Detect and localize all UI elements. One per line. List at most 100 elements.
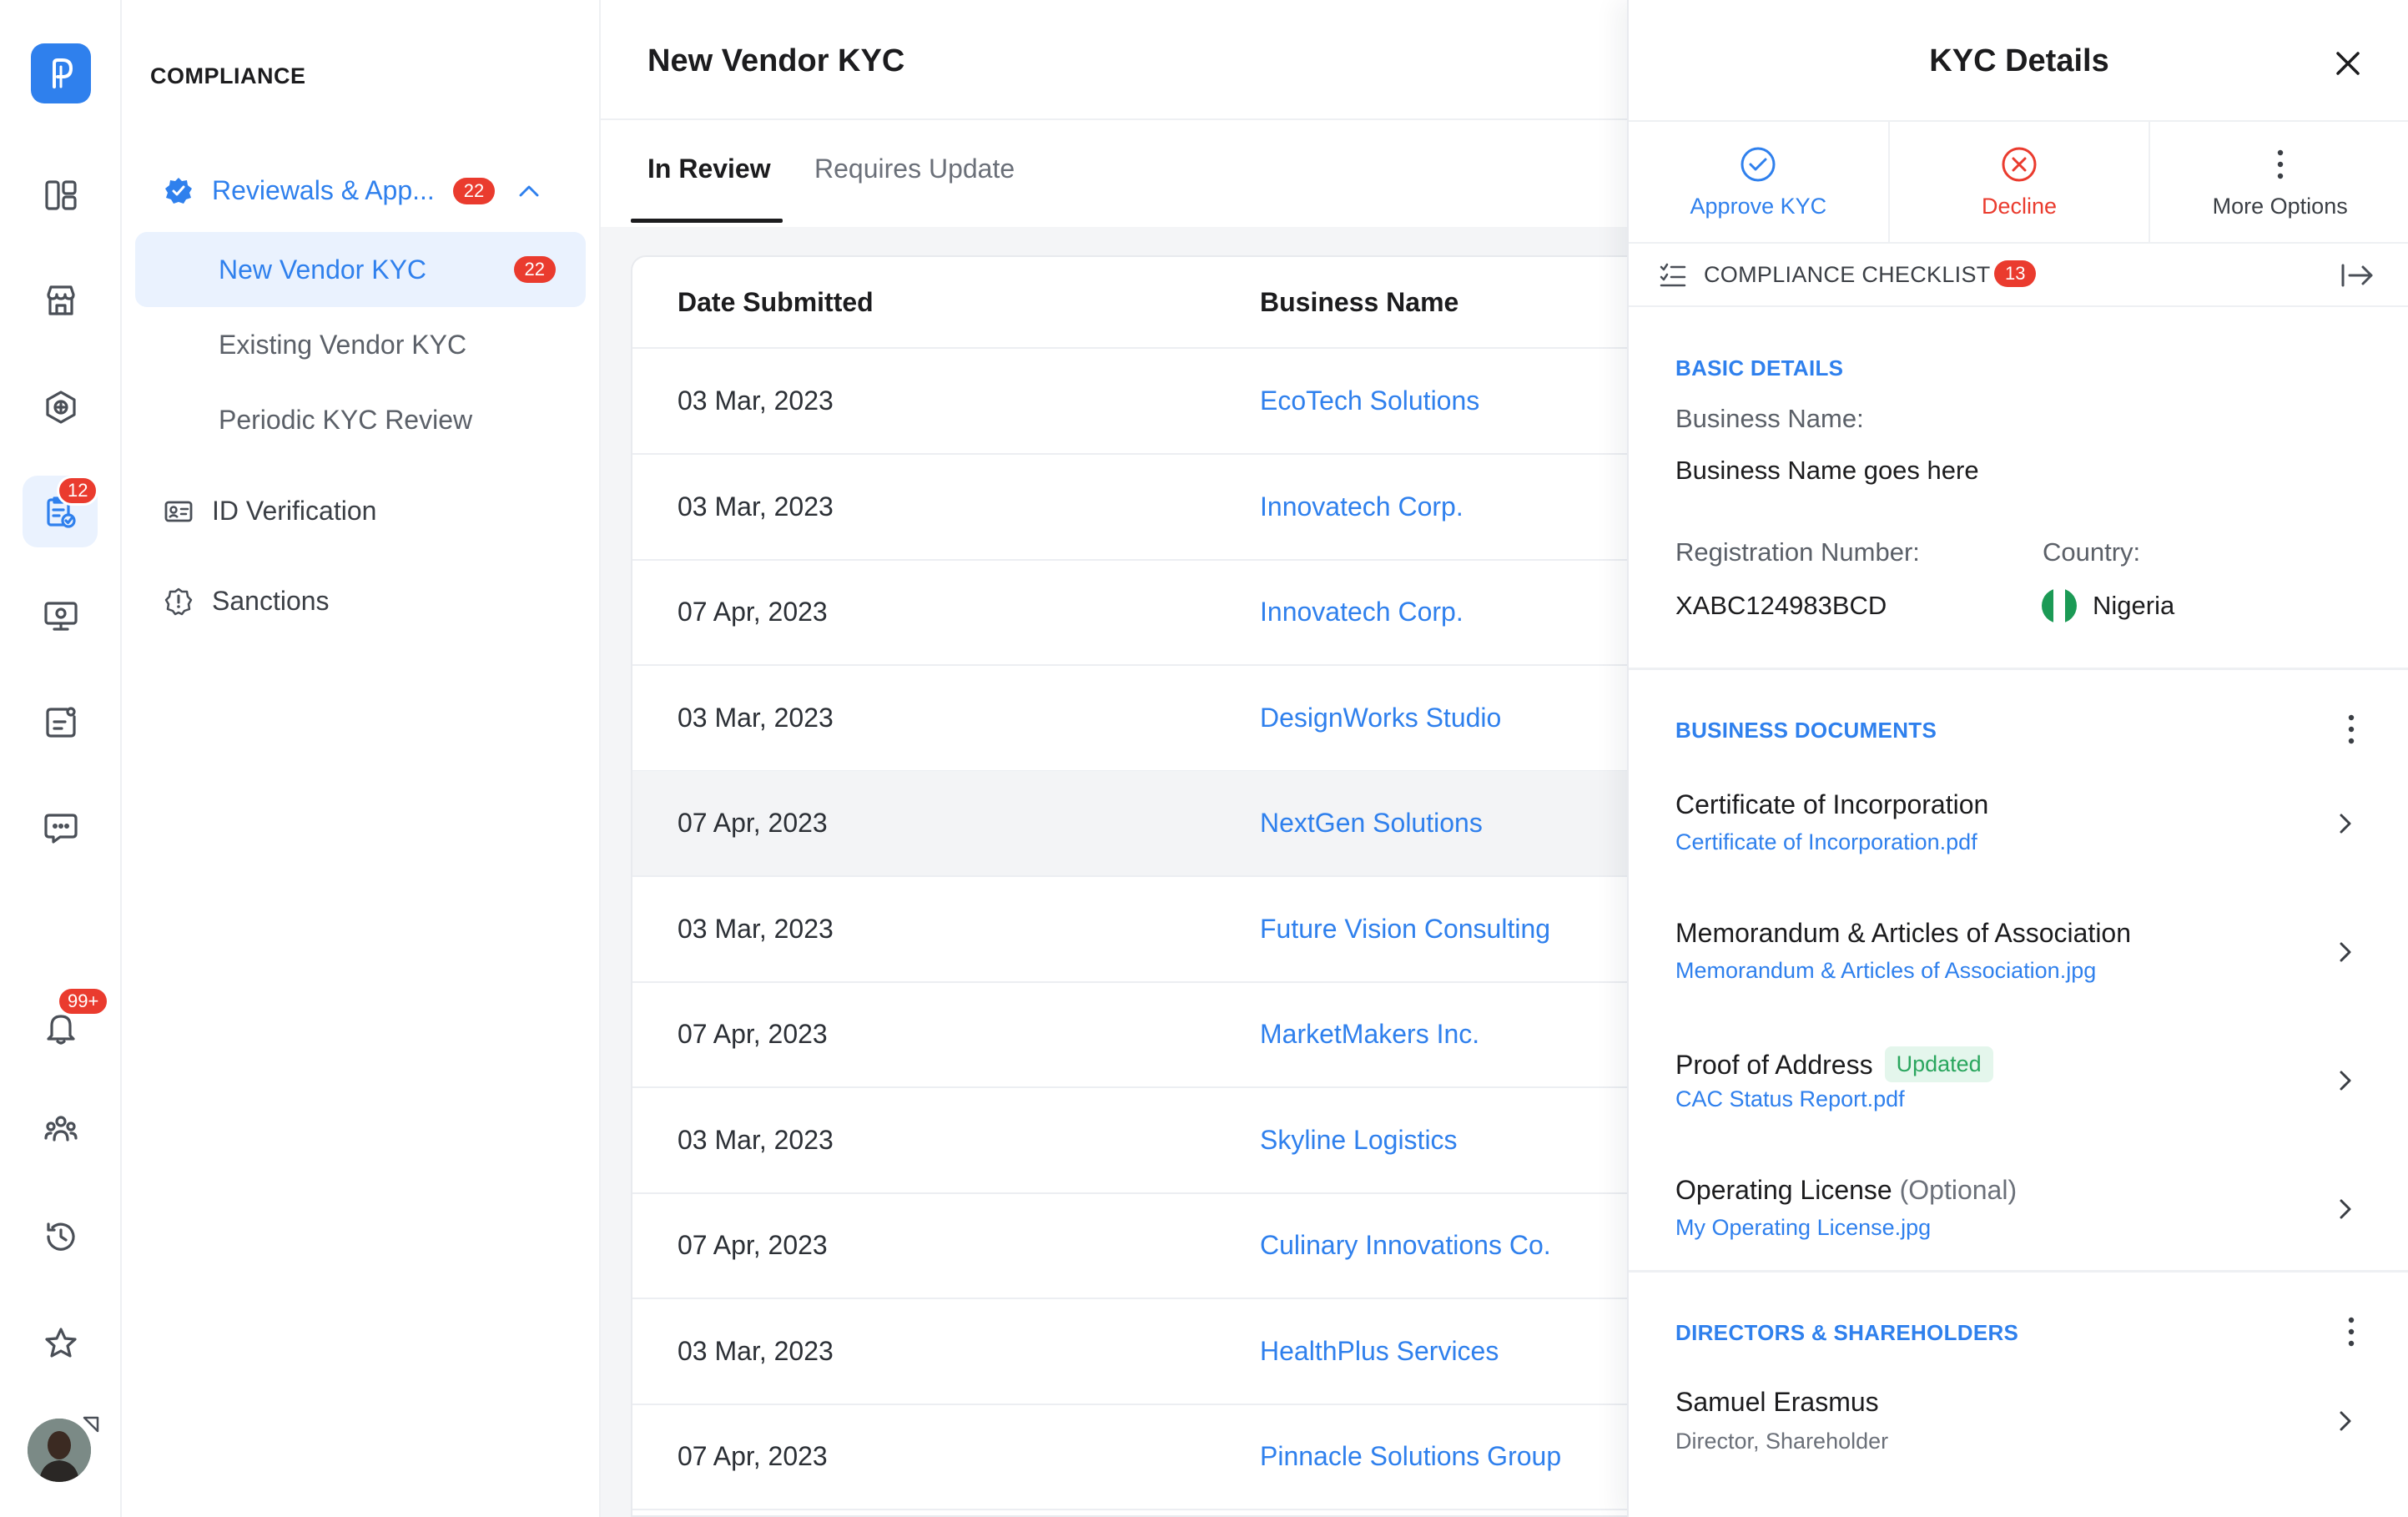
vertical-dots-icon xyxy=(2277,149,2283,179)
business-name-link[interactable]: Innovatech Corp. xyxy=(1260,491,1463,522)
business-name-link[interactable]: Culinary Innovations Co. xyxy=(1260,1230,1551,1261)
monitor-settings-icon[interactable] xyxy=(31,586,91,646)
compliance-checklist-bar[interactable]: COMPLIANCE CHECKLIST 13 xyxy=(1629,244,2408,307)
close-icon[interactable] xyxy=(2331,47,2365,80)
country-label: Country: xyxy=(2043,537,2141,567)
business-name-link[interactable]: DesignWorks Studio xyxy=(1260,703,1501,733)
approve-label: Approve KYC xyxy=(1690,193,1827,219)
chat-icon[interactable] xyxy=(31,798,91,858)
table-row[interactable]: 03 Mar, 2023 DesignWorks Studio xyxy=(632,666,1632,772)
table-row[interactable]: 07 Apr, 2023 Pinnacle Solutions Group xyxy=(632,1404,1632,1510)
date-submitted-cell: 03 Mar, 2023 xyxy=(678,1124,834,1155)
nav-group-label: Sanctions xyxy=(212,586,330,616)
nav-group-label: Reviewals & App... xyxy=(212,175,435,205)
checklist-label: COMPLIANCE CHECKLIST xyxy=(1704,262,1991,287)
decline-button[interactable]: Decline xyxy=(1890,122,2151,242)
subnav-title: COMPLIANCE xyxy=(150,63,306,88)
expand-panel-icon[interactable] xyxy=(2340,262,2376,289)
table-row[interactable]: 03 Mar, 2023 Skyline Logistics xyxy=(632,1088,1632,1194)
column-header-date[interactable]: Date Submitted xyxy=(678,287,874,318)
star-icon[interactable] xyxy=(31,1313,91,1373)
decline-label: Decline xyxy=(1981,193,2058,219)
date-submitted-cell: 03 Mar, 2023 xyxy=(678,491,834,522)
table-row[interactable]: 03 Mar, 2023 Innovatech Corp. xyxy=(632,455,1632,561)
chevron-right-icon[interactable] xyxy=(2333,1197,2358,1222)
chevron-up-icon[interactable] xyxy=(516,179,542,204)
kyc-details-panel: KYC Details Approve KYC Decline More Opt… xyxy=(1627,0,2408,1517)
chevron-right-icon[interactable] xyxy=(2333,1409,2358,1434)
panel-actions: Approve KYC Decline More Options xyxy=(1629,120,2408,244)
id-card-icon xyxy=(164,501,193,522)
business-name-link[interactable]: Skyline Logistics xyxy=(1260,1125,1458,1156)
document-file-link[interactable]: Memorandum & Articles of Association.jpg xyxy=(1675,958,2096,984)
documents-menu-icon[interactable] xyxy=(2346,713,2356,746)
dashboard-icon[interactable] xyxy=(31,165,91,225)
compliance-badge: 12 xyxy=(57,476,99,506)
document-title: Certificate of Incorporation xyxy=(1675,789,1989,819)
date-submitted-cell: 07 Apr, 2023 xyxy=(678,808,828,838)
business-name-link[interactable]: EcoTech Solutions xyxy=(1260,386,1479,416)
logo-icon xyxy=(53,58,73,88)
app-logo[interactable] xyxy=(31,43,91,103)
registration-number-value: XABC124983BCD xyxy=(1675,591,1887,620)
table-row[interactable]: 07 Apr, 2023 NextGen Solutions xyxy=(632,771,1632,877)
date-submitted-cell: 03 Mar, 2023 xyxy=(678,702,834,733)
nigeria-flag-icon xyxy=(2042,588,2077,623)
document-file-link[interactable]: Certificate of Incorporation.pdf xyxy=(1675,829,1977,855)
column-header-business-name[interactable]: Business Name xyxy=(1260,287,1458,318)
date-submitted-cell: 07 Apr, 2023 xyxy=(678,1019,828,1049)
business-name-link[interactable]: MarketMakers Inc. xyxy=(1260,1019,1479,1050)
document-title: Operating License (Optional) xyxy=(1675,1175,2017,1206)
reviewals-count-badge: 22 xyxy=(452,177,496,204)
expand-corner-icon[interactable] xyxy=(82,1415,100,1434)
nav-item-existing-vendor-kyc[interactable]: Existing Vendor KYC xyxy=(135,307,586,382)
table-row[interactable]: 03 Mar, 2023 Future Vision Consulting xyxy=(632,877,1632,983)
tab-in-review[interactable]: In Review xyxy=(647,154,771,184)
chevron-right-icon[interactable] xyxy=(2333,940,2358,965)
notifications-badge: 99+ xyxy=(57,986,110,1016)
business-name-link[interactable]: Innovatech Corp. xyxy=(1260,597,1463,627)
kyc-table: Date Submitted Business Name 03 Mar, 202… xyxy=(631,255,1632,1517)
document-file-link[interactable]: CAC Status Report.pdf xyxy=(1675,1086,1905,1112)
business-name-link[interactable]: HealthPlus Services xyxy=(1260,1336,1499,1367)
nav-group-id-verification[interactable]: ID Verification xyxy=(164,496,376,527)
nav-group-sanctions[interactable]: Sanctions xyxy=(164,586,330,617)
history-icon[interactable] xyxy=(31,1207,91,1267)
table-row[interactable]: 07 Apr, 2023 Innovatech Corp. xyxy=(632,560,1632,666)
table-row[interactable]: 07 Apr, 2023 MarketMakers Inc. xyxy=(632,982,1632,1088)
more-options-button[interactable]: More Options xyxy=(2150,122,2408,242)
chevron-right-icon[interactable] xyxy=(2333,811,2358,836)
director-role: Director, Shareholder xyxy=(1675,1429,1889,1454)
tab-bar: In Review Requires Update xyxy=(601,120,1627,227)
team-icon[interactable] xyxy=(31,1100,91,1160)
date-submitted-cell: 07 Apr, 2023 xyxy=(678,597,828,627)
registration-number-label: Registration Number: xyxy=(1675,537,1920,567)
tab-requires-update[interactable]: Requires Update xyxy=(814,154,1015,184)
table-row[interactable]: 03 Mar, 2023 HealthPlus Services xyxy=(632,1299,1632,1405)
table-header: Date Submitted Business Name xyxy=(632,257,1632,349)
checklist-icon xyxy=(1660,263,1686,287)
business-name-link[interactable]: NextGen Solutions xyxy=(1260,808,1483,839)
nav-group-reviewals[interactable]: Reviewals & App... 22 xyxy=(164,175,542,206)
notes-icon[interactable] xyxy=(31,693,91,753)
table-row[interactable]: 03 Mar, 2023 EcoTech Solutions xyxy=(632,349,1632,455)
document-title-text: Proof of Address xyxy=(1675,1050,1873,1080)
storefront-icon[interactable] xyxy=(31,270,91,330)
box-icon[interactable] xyxy=(31,377,91,437)
active-tab-indicator xyxy=(631,219,783,223)
nav-item-periodic-kyc-review[interactable]: Periodic KYC Review xyxy=(135,382,586,457)
directors-menu-icon[interactable] xyxy=(2346,1315,2356,1348)
chevron-right-icon[interactable] xyxy=(2333,1068,2358,1093)
alert-badge-icon xyxy=(164,587,193,615)
approve-kyc-button[interactable]: Approve KYC xyxy=(1629,122,1890,242)
business-name-link[interactable]: Future Vision Consulting xyxy=(1260,914,1550,945)
nav-item-label: New Vendor KYC xyxy=(219,254,427,285)
main-content: New Vendor KYC In Review Requires Update… xyxy=(601,0,1632,1517)
check-circle-icon xyxy=(1741,147,1776,181)
nav-item-new-vendor-kyc[interactable]: New Vendor KYC 22 xyxy=(135,232,586,307)
basic-details-heading: BASIC DETAILS xyxy=(1675,355,1844,381)
table-row[interactable]: 07 Apr, 2023 Culinary Innovations Co. xyxy=(632,1193,1632,1299)
business-name-link[interactable]: Pinnacle Solutions Group xyxy=(1260,1441,1561,1472)
business-name-value: Business Name goes here xyxy=(1675,456,1979,485)
document-file-link[interactable]: My Operating License.jpg xyxy=(1675,1215,1931,1241)
